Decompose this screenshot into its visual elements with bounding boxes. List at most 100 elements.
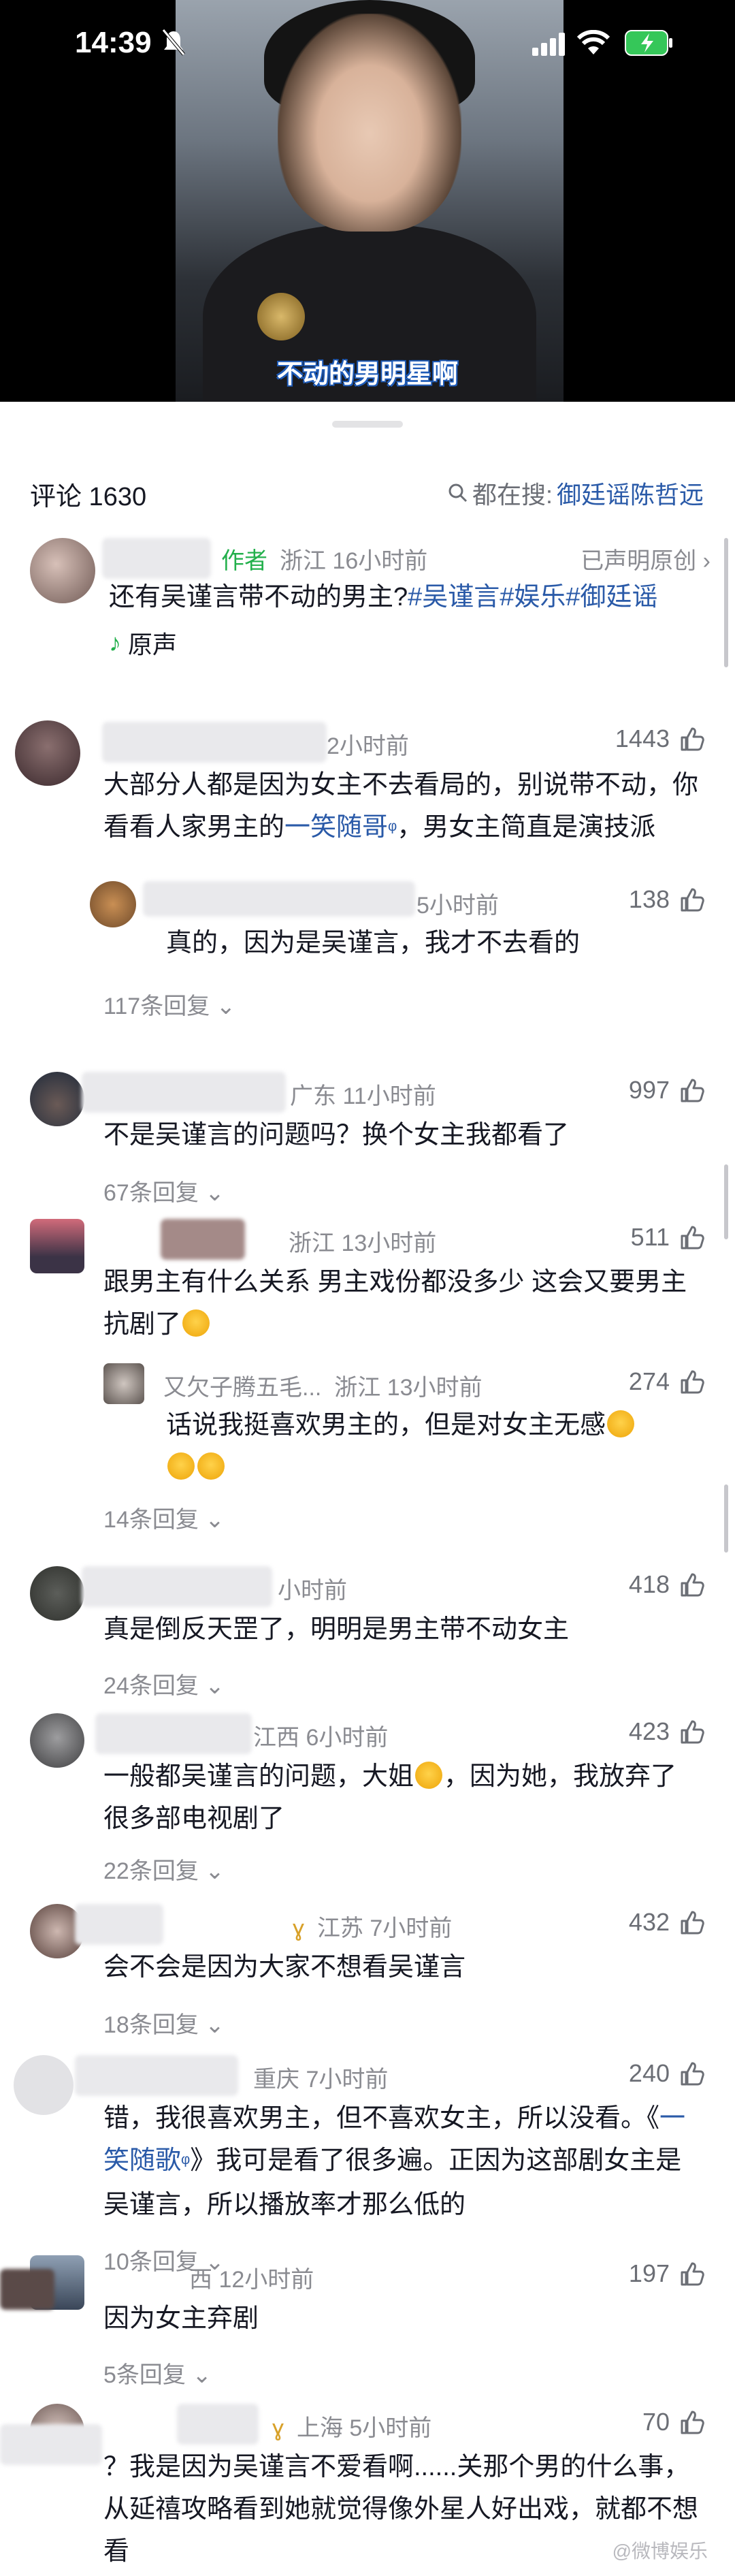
search-mini-icon: ᵠ (181, 2151, 191, 2174)
text-part: ，男女主简直是演技派 (397, 813, 656, 842)
comment-text: 因为女主弃剧 (103, 2304, 259, 2333)
reply-avatar[interactable] (103, 1363, 144, 1404)
vip-badge-icon: ɣ (293, 1915, 305, 1941)
username-blurred[interactable] (102, 722, 327, 763)
reply-avatar[interactable] (90, 881, 136, 927)
like-button[interactable]: 511 (631, 1223, 705, 1252)
username-blurred[interactable] (75, 2055, 238, 2096)
comment-text: 还有吴谨言带不动的男主?#吴谨言#娱乐#御廷谣 (109, 576, 708, 618)
comment-text: 不是吴谨言的问题吗？换个女主我都看了 (103, 1121, 570, 1149)
username-blurred[interactable] (82, 1072, 286, 1113)
thumbs-up-icon (681, 1720, 704, 1744)
comment-text: 会不会是因为大家不想看吴谨言 (103, 1953, 466, 1982)
status-bar: 14:39 (0, 0, 735, 82)
username-blurred[interactable] (75, 1904, 163, 1945)
text-part: 错，我很喜欢男主，但不喜欢女主，所以没看。《 (103, 2104, 660, 2133)
thumbs-up-icon (681, 888, 704, 912)
avatar[interactable] (14, 2055, 74, 2115)
pinned-comment[interactable]: 作者 浙江 16小时前 已声明原创 › 还有吴谨言带不动的男主?#吴谨言#娱乐#御… (0, 538, 735, 688)
avatar[interactable] (30, 538, 95, 603)
thumbs-up-icon (681, 2062, 704, 2086)
username-blurred[interactable] (0, 2424, 102, 2465)
comment-text: 一般都吴谨言的问题，大姐 ，因为她，我放弃了很多部电视剧了 (103, 1755, 702, 1840)
thumbs-up-icon (681, 727, 704, 751)
more-replies-button[interactable]: 67条回复 ⌄ (103, 1174, 225, 1207)
more-replies-label: 5条回复 (103, 2362, 186, 2388)
like-button[interactable]: 997 (629, 1076, 705, 1104)
avatar[interactable] (30, 1072, 84, 1126)
username-blurred[interactable] (177, 2404, 259, 2445)
username-blurred[interactable] (82, 1566, 272, 1607)
reply-like-button[interactable]: 274 (629, 1367, 705, 1396)
original-declared-badge[interactable]: 已声明原创 › (581, 542, 710, 575)
username-blurred[interactable] (161, 1219, 245, 1260)
comment-text: 大部分人都是因为女主不去看局的，别说带不动，你看看人家男主的一笑随哥ᵠ，男女主简… (103, 764, 702, 850)
more-replies-button[interactable]: 117条回复 ⌄ (103, 987, 235, 1021)
comment-item[interactable]: 小时前 418 真是倒反天罡了，明明是男主带不动女主 24条回复 ⌄ (0, 1566, 735, 1716)
avatar[interactable] (30, 1713, 84, 1768)
comment-item[interactable]: 江西 6小时前 423 一般都吴谨言的问题，大姐 ，因为她，我放弃了很多部电视剧了… (0, 1713, 735, 1911)
username-blurred[interactable] (102, 538, 211, 579)
video-player[interactable]: 不动的男明星啊 14:39 (0, 0, 735, 402)
like-count: 240 (628, 2059, 670, 2087)
avatar[interactable] (15, 720, 80, 786)
comment-item[interactable]: 浙江 13小时前 511 跟男主有什么关系 男主戏份都没多少 这会又要男主抗剧了… (0, 1219, 735, 1573)
username-blurred[interactable] (95, 1713, 252, 1754)
username-blurred[interactable] (0, 2269, 54, 2310)
comment-item[interactable]: ɣ 江苏 7小时前 432 会不会是因为大家不想看吴谨言 18条回复 ⌄ (0, 1904, 735, 2054)
comment-meta: ɣ 江苏 7小时前 (293, 1909, 452, 1943)
chevron-right-icon: › (702, 548, 710, 574)
like-button[interactable]: 240 (629, 2059, 705, 2088)
laugh-cry-emoji-icon (182, 1309, 210, 1337)
reply-username-blurred[interactable] (143, 881, 415, 917)
reply-like-button[interactable]: 138 (629, 885, 705, 914)
like-button[interactable]: 1443 (615, 725, 705, 753)
more-replies-button[interactable]: 18条回复 ⌄ (103, 2006, 225, 2039)
comment-item[interactable]: 西 12小时前 197 因为女主弃剧 5条回复 ⌄ (0, 2255, 735, 2405)
sheet-drag-handle[interactable] (332, 421, 403, 428)
more-replies-label: 67条回复 (103, 1180, 199, 1206)
hot-search-link[interactable]: 都在搜: 御廷谣陈哲远 (448, 475, 704, 511)
more-replies-button[interactable]: 22条回复 ⌄ (103, 1852, 225, 1886)
search-mini-icon: ᵠ (388, 818, 397, 840)
cellular-signal-icon (532, 33, 565, 56)
comment-count: 评论 1630 (30, 483, 147, 511)
reply-meta: 5小时前 (416, 893, 499, 919)
more-replies-button[interactable]: 14条回复 ⌄ (103, 1501, 225, 1534)
video-brooch (257, 293, 305, 340)
comment-meta: 广东 11小时前 (290, 1083, 436, 1109)
watermark: @微博娱乐 (612, 2541, 708, 2562)
like-button[interactable]: 423 (629, 1717, 705, 1746)
comment-text: 真是倒反天罡了，明明是男主带不动女主 (103, 1615, 570, 1644)
hashtag-link[interactable]: #吴谨言#娱乐#御廷谣 (408, 583, 657, 611)
reply-text: 话说我挺喜欢男主的，但是对女主无感 (166, 1404, 697, 1489)
like-count: 418 (628, 1570, 670, 1598)
like-button[interactable]: 418 (629, 1570, 705, 1599)
comment-item[interactable]: 广东 11小时前 997 不是吴谨言的问题吗？换个女主我都看了 67条回复 ⌄ (0, 1072, 735, 1222)
author-tag: 作者 (221, 548, 267, 574)
comment-meta: 小时前 (278, 1578, 347, 1604)
like-count: 511 (630, 1223, 670, 1251)
reply-username[interactable]: 又欠子腾五毛... (163, 1375, 321, 1401)
like-button[interactable]: 70 (642, 2408, 705, 2436)
comment-item[interactable]: 2小时前 1443 大部分人都是因为女主不去看局的，别说带不动，你看看人家男主的… (0, 720, 735, 1102)
text-part: 话说我挺喜欢男主的，但是对女主无感 (166, 1411, 606, 1440)
more-replies-button[interactable]: 5条回复 ⌄ (103, 2356, 212, 2389)
video-mention-link[interactable]: 一笑随哥 (284, 813, 388, 842)
comment-meta: 重庆 7小时前 (253, 2067, 389, 2093)
avatar[interactable] (30, 1566, 84, 1621)
sound-link[interactable]: ♪ 原声 (109, 625, 177, 661)
meta-text: 江苏 7小时前 (316, 1915, 453, 1941)
comment-text: 错，我很喜欢男主，但不喜欢女主，所以没看。《一笑随歌ᵠ》我可是看了很多遍。正因为… (103, 2097, 702, 2226)
like-count: 70 (642, 2408, 670, 2436)
avatar[interactable] (30, 1219, 84, 1273)
comment-sheet: 评论 1630 都在搜: 御廷谣陈哲远 作者 浙江 16小时前 已声明原创 › 还… (0, 402, 735, 2576)
more-replies-button[interactable]: 24条回复 ⌄ (103, 1667, 225, 1700)
comment-meta: 江西 6小时前 (253, 1725, 389, 1751)
like-button[interactable]: 197 (629, 2259, 705, 2288)
search-icon (448, 483, 468, 503)
like-button[interactable]: 432 (629, 1908, 705, 1937)
thumbs-up-icon (681, 1226, 704, 1250)
chevron-down-icon: ⌄ (205, 1180, 225, 1206)
text-part: 》我可是看了很多遍。正因为这部剧女主是吴谨言，所以播放率才那么低的 (103, 2146, 682, 2219)
